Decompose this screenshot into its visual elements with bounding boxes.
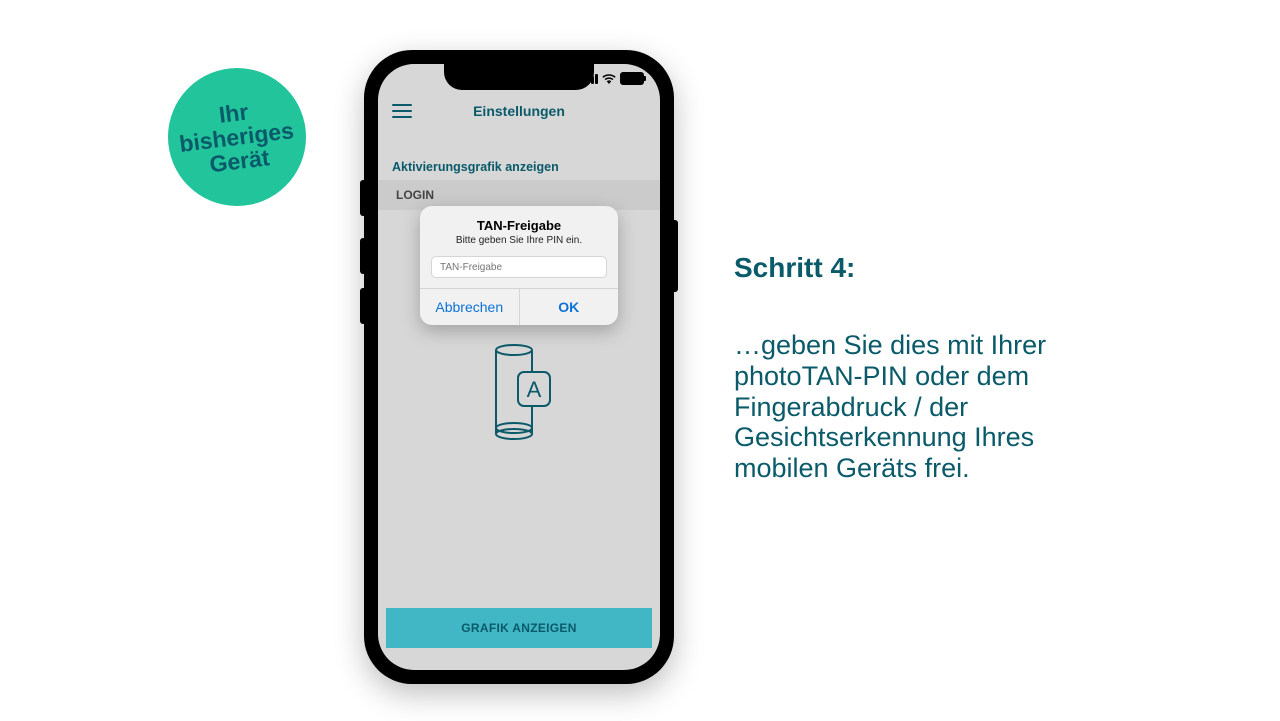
- dialog-buttons: Abbrechen OK: [420, 288, 618, 325]
- header-title: Einstellungen: [378, 103, 660, 119]
- pin-input[interactable]: [431, 256, 607, 278]
- phone-frame: Einstellungen Aktivierungsgrafik anzeige…: [364, 50, 674, 684]
- cancel-button[interactable]: Abbrechen: [420, 289, 520, 325]
- login-label: LOGIN: [396, 188, 434, 202]
- device-badge: Ihr bisheriges Gerät: [168, 68, 306, 206]
- device-badge-text: Ihr bisheriges Gerät: [175, 94, 298, 180]
- svg-text:A: A: [527, 377, 542, 402]
- tan-dialog: TAN-Freigabe Bitte geben Sie Ihre PIN ei…: [420, 206, 618, 325]
- dialog-subtitle: Bitte geben Sie Ihre PIN ein.: [420, 235, 618, 246]
- ok-button[interactable]: OK: [520, 289, 619, 325]
- step-title: Schritt 4:: [734, 252, 1064, 284]
- phone-screen: Einstellungen Aktivierungsgrafik anzeige…: [378, 64, 660, 670]
- device-illustration-icon: A: [484, 344, 554, 440]
- step-body: …geben Sie dies mit Ihrer photoTAN-PIN o…: [734, 330, 1064, 484]
- app-header: Einstellungen: [378, 96, 660, 126]
- section-label: Aktivierungsgrafik anzeigen: [392, 160, 559, 174]
- wifi-icon: [602, 74, 616, 84]
- show-graphic-button[interactable]: GRAFIK ANZEIGEN: [386, 608, 652, 648]
- dialog-title: TAN-Freigabe: [420, 218, 618, 233]
- instruction-column: Schritt 4: …geben Sie dies mit Ihrer pho…: [734, 252, 1064, 484]
- phone-notch: [444, 64, 594, 90]
- battery-icon: [620, 72, 644, 85]
- cta-label: GRAFIK ANZEIGEN: [461, 621, 576, 635]
- hamburger-icon[interactable]: [392, 104, 412, 118]
